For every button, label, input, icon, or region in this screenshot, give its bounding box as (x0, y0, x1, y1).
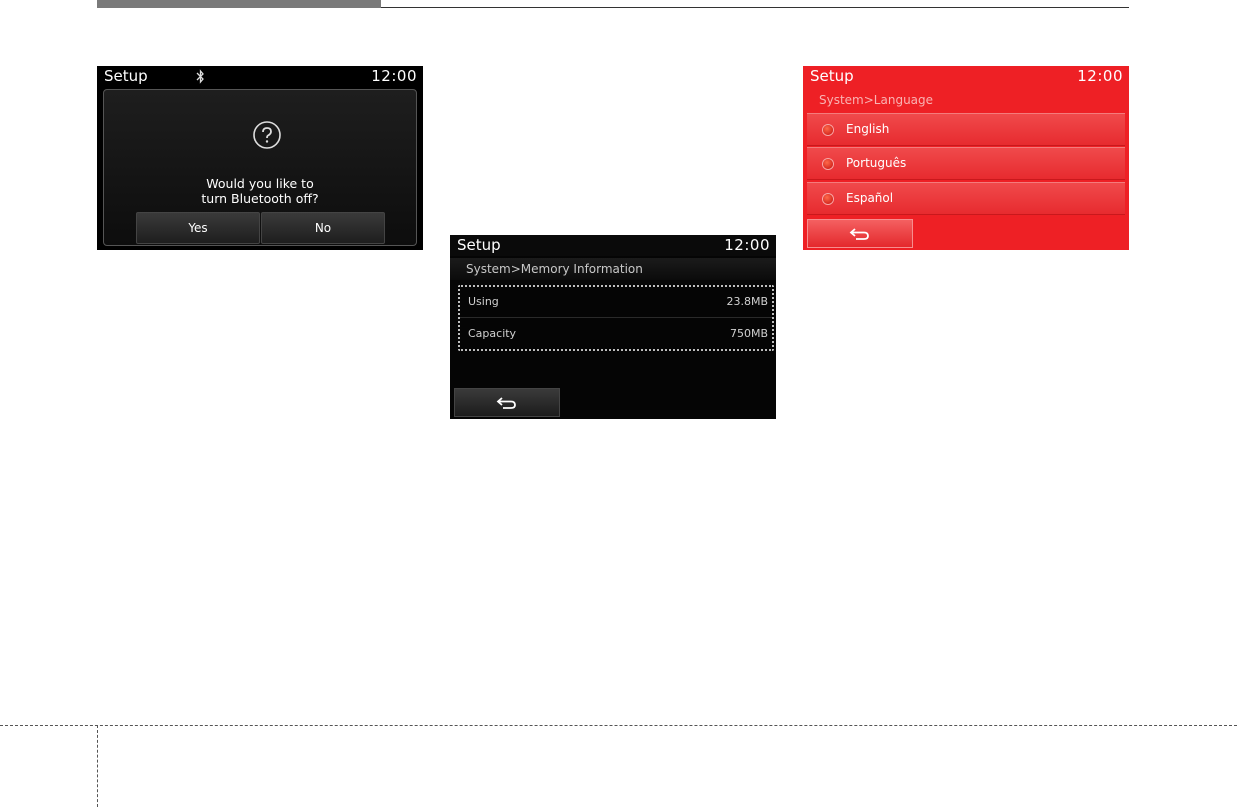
memory-value: 23.8MB (726, 295, 768, 308)
language-label: Português (846, 156, 907, 170)
page-margin-divider (97, 725, 98, 807)
screen-title: Setup (104, 67, 148, 85)
clock: 12:00 (724, 236, 770, 254)
title-bar: Setup 12:00 (803, 66, 1129, 87)
dialog-message: Would you like to turn Bluetooth off? (201, 176, 319, 206)
title-bar: Setup 12:00 (97, 66, 423, 87)
memory-label: Using (468, 295, 499, 308)
bluetooth-dialog-screen: Setup 12:00 Would you like to turn Bluet… (97, 66, 423, 250)
back-arrow-icon (849, 227, 869, 240)
memory-label: Capacity (468, 327, 517, 340)
language-option-espanol[interactable]: Español (807, 182, 1125, 215)
memory-value: 750MB (729, 327, 768, 340)
title-bar: Setup 12:00 (450, 235, 776, 256)
language-label: Español (846, 191, 894, 205)
clock: 12:00 (371, 67, 417, 85)
screen-title: Setup (810, 67, 854, 85)
radio-icon (823, 159, 833, 169)
language-screen: Setup 12:00 System>Language English Port… (803, 66, 1129, 250)
page-header-tab (97, 0, 381, 8)
screen-title: Setup (457, 236, 501, 254)
bluetooth-icon (196, 69, 204, 84)
back-button[interactable] (454, 388, 560, 417)
page-header-rule (381, 7, 1129, 8)
breadcrumb: System>Memory Information (450, 258, 776, 280)
breadcrumb: System>Language (819, 93, 934, 107)
language-option-english[interactable]: English (807, 113, 1125, 146)
question-icon (253, 121, 281, 149)
no-button[interactable]: No (261, 212, 385, 244)
clock: 12:00 (1077, 67, 1123, 85)
radio-icon (823, 125, 833, 135)
language-label: English (846, 122, 890, 136)
radio-icon (823, 194, 833, 204)
language-option-portugues[interactable]: Português (807, 147, 1125, 180)
page-footer-divider (0, 725, 1237, 726)
yes-button[interactable]: Yes (136, 212, 260, 244)
memory-row-capacity: Capacity 750MB (460, 319, 772, 349)
memory-row-using: Using 23.8MB (460, 287, 772, 318)
memory-info-panel: Using 23.8MB Capacity 750MB (458, 285, 774, 351)
back-arrow-icon (496, 396, 516, 409)
back-button[interactable] (807, 219, 913, 248)
memory-information-screen: Setup 12:00 System>Memory Information Us… (450, 235, 776, 419)
